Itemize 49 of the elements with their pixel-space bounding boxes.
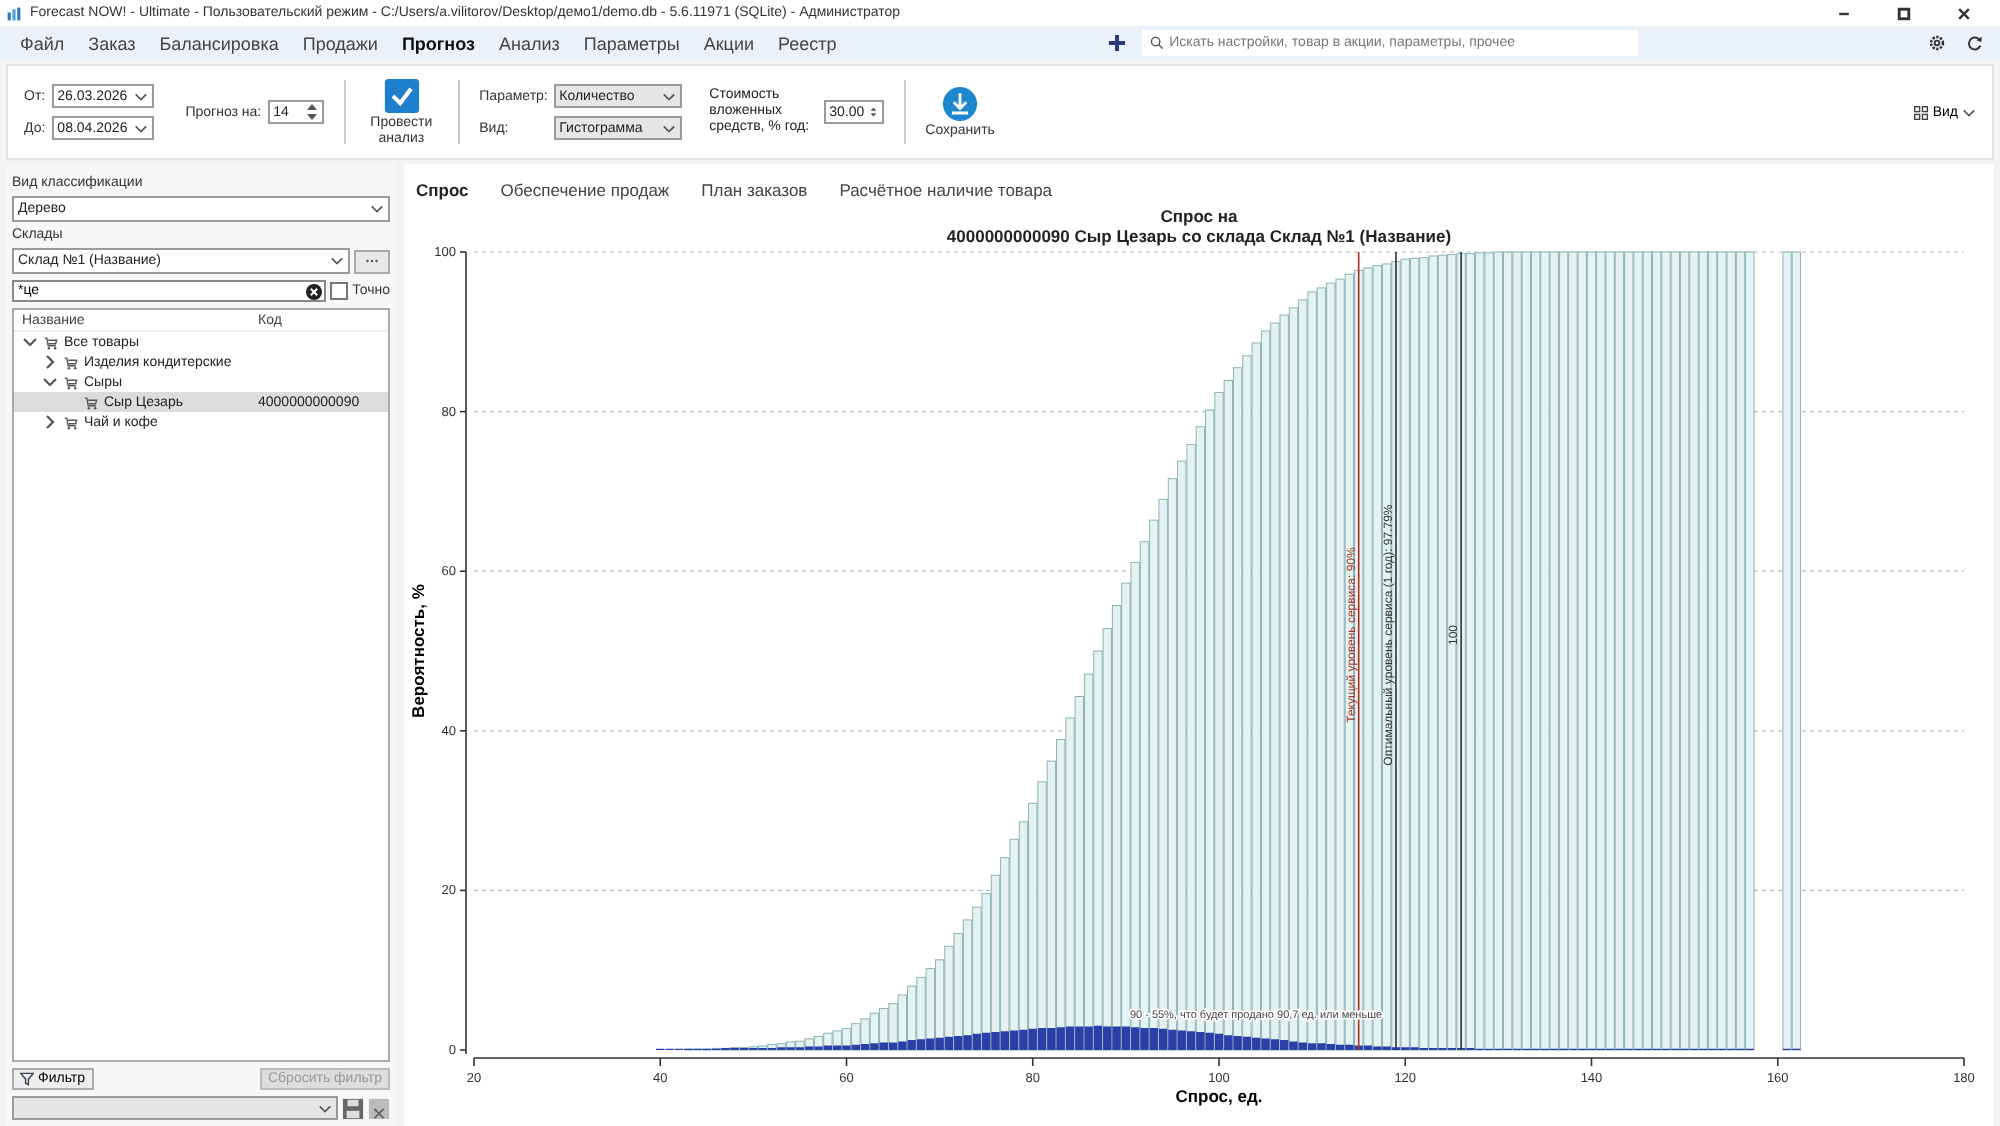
chevron-right-icon[interactable] [42,354,58,370]
chevron-right-icon[interactable] [42,414,58,430]
menu-item[interactable]: Балансировка [147,33,291,53]
menu-item[interactable]: Акции [691,33,766,53]
caret-icon [661,89,676,103]
chevron-down-icon[interactable] [42,374,58,390]
basket-icon [84,395,98,409]
tab[interactable]: Расчётное наличие товара [839,176,1053,204]
spinner-icon[interactable] [305,102,318,122]
basket-icon [44,335,58,349]
basket-icon [64,355,78,369]
caret-icon [1962,105,1976,119]
refresh-icon[interactable] [1966,34,1984,52]
tab[interactable]: Обеспечение продаж [500,176,670,204]
chevron-down-icon[interactable] [22,334,38,350]
basket-icon [64,375,78,389]
caret-icon [133,121,148,135]
download-icon [942,85,979,121]
chart-title: Спрос на 4000000000090 Сыр Цезарь со склада Склад №1 (Название) [944,206,1454,246]
menu-item[interactable]: Файл [8,33,77,53]
y-axis-title: Вероятность, % [408,584,428,718]
x-axis-title: Спрос, ед. [1175,1086,1263,1106]
plus-icon[interactable] [1107,34,1126,52]
exact-checkbox[interactable] [330,282,349,300]
settings-icon[interactable] [1928,34,1946,52]
menu-item[interactable]: Продажи [290,33,390,53]
menu-item[interactable]: Прогноз [389,33,487,53]
caret-icon [370,202,384,216]
tab[interactable]: Спрос [416,176,469,204]
save-icon[interactable] [342,1097,364,1119]
spinner-icon[interactable] [870,102,878,122]
funnel-icon [20,1072,34,1086]
menu-item[interactable]: Анализ [486,33,572,53]
grid-icon [1914,105,1929,119]
checkbox-icon [383,77,420,113]
ellipsis-icon [364,258,380,264]
caret-icon [133,89,148,103]
app-logo-icon [6,5,22,21]
caret-icon [330,254,344,268]
search-icon [1149,36,1164,50]
menu-item[interactable]: Заказ [76,33,148,53]
menu-item[interactable]: Параметры [571,33,692,53]
caret-icon [318,1101,332,1115]
menu-item[interactable]: Реестр [766,33,849,53]
basket-icon [64,415,78,429]
delete-icon[interactable] [368,1097,390,1119]
caret-icon [661,121,676,135]
tab[interactable]: План заказов [701,176,808,204]
clear-icon[interactable] [306,283,323,299]
